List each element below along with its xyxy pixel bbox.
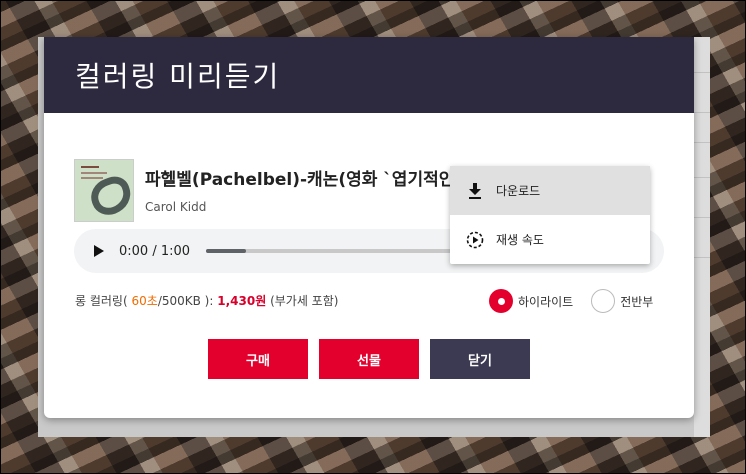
track-info: 파헬벨(Pachelbel)-캐논(영화 `엽기적인그녀`) Carol Kid… bbox=[74, 159, 502, 222]
option-first-half[interactable]: 전반부 bbox=[591, 289, 653, 313]
background-page-edge bbox=[694, 37, 710, 437]
playback-speed-icon bbox=[466, 231, 484, 249]
duration-seconds: 60초 bbox=[131, 294, 158, 308]
section-options: 하이라이트 전반부 bbox=[489, 289, 653, 313]
seek-bar-fill bbox=[206, 249, 247, 253]
vat-note: (부가세 포함) bbox=[270, 294, 339, 308]
menu-item-download-label: 다운로드 bbox=[496, 184, 541, 198]
close-button[interactable]: 닫기 bbox=[430, 339, 530, 379]
track-title: 파헬벨(Pachelbel)-캐논(영화 `엽기적인그녀`) bbox=[145, 170, 502, 190]
download-icon bbox=[466, 182, 484, 200]
option-highlight-label: 하이라이트 bbox=[518, 294, 574, 309]
gift-button[interactable]: 선물 bbox=[319, 339, 419, 379]
seek-bar[interactable] bbox=[206, 249, 457, 253]
play-icon[interactable] bbox=[94, 245, 104, 257]
price-info: 롱 컬러링( 60초/500KB ): 1,430원 (부가세 포함) bbox=[75, 292, 338, 309]
track-artist: Carol Kidd bbox=[145, 200, 207, 214]
playback-time: 0:00 / 1:00 bbox=[119, 243, 191, 259]
radio-checked-icon[interactable] bbox=[489, 289, 513, 313]
dialog-header: 컬러링 미리듣기 bbox=[44, 37, 694, 113]
radio-unchecked-icon[interactable] bbox=[591, 289, 616, 313]
file-size: /500KB ): bbox=[157, 294, 214, 308]
option-highlight[interactable]: 하이라이트 bbox=[489, 289, 573, 313]
album-cover bbox=[74, 159, 134, 222]
menu-item-download[interactable]: 다운로드 bbox=[450, 166, 650, 215]
menu-item-playback-speed[interactable]: 재생 속도 bbox=[450, 215, 650, 264]
price: 1,430원 bbox=[217, 294, 267, 308]
player-context-menu: 다운로드 재생 속도 bbox=[450, 166, 650, 264]
buy-button[interactable]: 구매 bbox=[208, 339, 308, 379]
action-buttons: 구매 선물 닫기 bbox=[208, 339, 530, 379]
price-info-prefix: 롱 컬러링( bbox=[75, 294, 128, 308]
dialog-title: 컬러링 미리듣기 bbox=[75, 60, 281, 93]
option-first-half-label: 전반부 bbox=[620, 294, 654, 309]
menu-item-playback-speed-label: 재생 속도 bbox=[496, 233, 544, 247]
